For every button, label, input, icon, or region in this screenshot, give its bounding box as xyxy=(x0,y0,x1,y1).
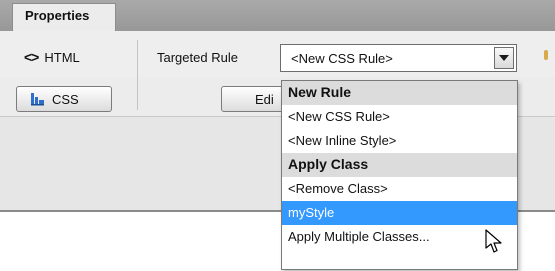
dropdown-option-new-css-rule[interactable]: <New CSS Rule> xyxy=(282,105,517,129)
dropdown-header-new-rule: New Rule xyxy=(282,81,517,105)
mouse-pointer-icon xyxy=(485,229,502,253)
dropdown-option-apply-multiple-classes[interactable]: Apply Multiple Classes... xyxy=(282,225,517,249)
dropdown-option-new-inline-style[interactable]: <New Inline Style> xyxy=(282,129,517,153)
html-mode-button[interactable]: <> HTML xyxy=(24,47,80,67)
targeted-rule-label: Targeted Rule xyxy=(157,50,238,65)
css-mode-button[interactable]: CSS xyxy=(16,86,112,112)
css-blocks-icon xyxy=(30,92,45,106)
dropdown-option-remove-class[interactable]: <Remove Class> xyxy=(282,177,517,201)
divider xyxy=(137,40,138,110)
angle-brackets-icon: <> xyxy=(24,49,39,65)
targeted-rule-dropdown-list: New Rule <New CSS Rule> <New Inline Styl… xyxy=(281,80,518,270)
dropdown-arrow-button[interactable] xyxy=(494,47,514,69)
targeted-rule-value: <New CSS Rule> xyxy=(291,51,393,66)
dropdown-option-mystyle[interactable]: myStyle xyxy=(282,201,517,225)
status-marker xyxy=(544,50,548,60)
dropdown-header-apply-class: Apply Class xyxy=(282,153,517,177)
tab-properties[interactable]: Properties xyxy=(12,3,116,31)
css-mode-label: CSS xyxy=(52,91,79,107)
targeted-rule-select[interactable]: <New CSS Rule> xyxy=(280,44,517,72)
tab-bar: Properties xyxy=(0,0,555,32)
html-mode-label: HTML xyxy=(44,49,80,65)
chevron-down-icon xyxy=(499,55,509,61)
